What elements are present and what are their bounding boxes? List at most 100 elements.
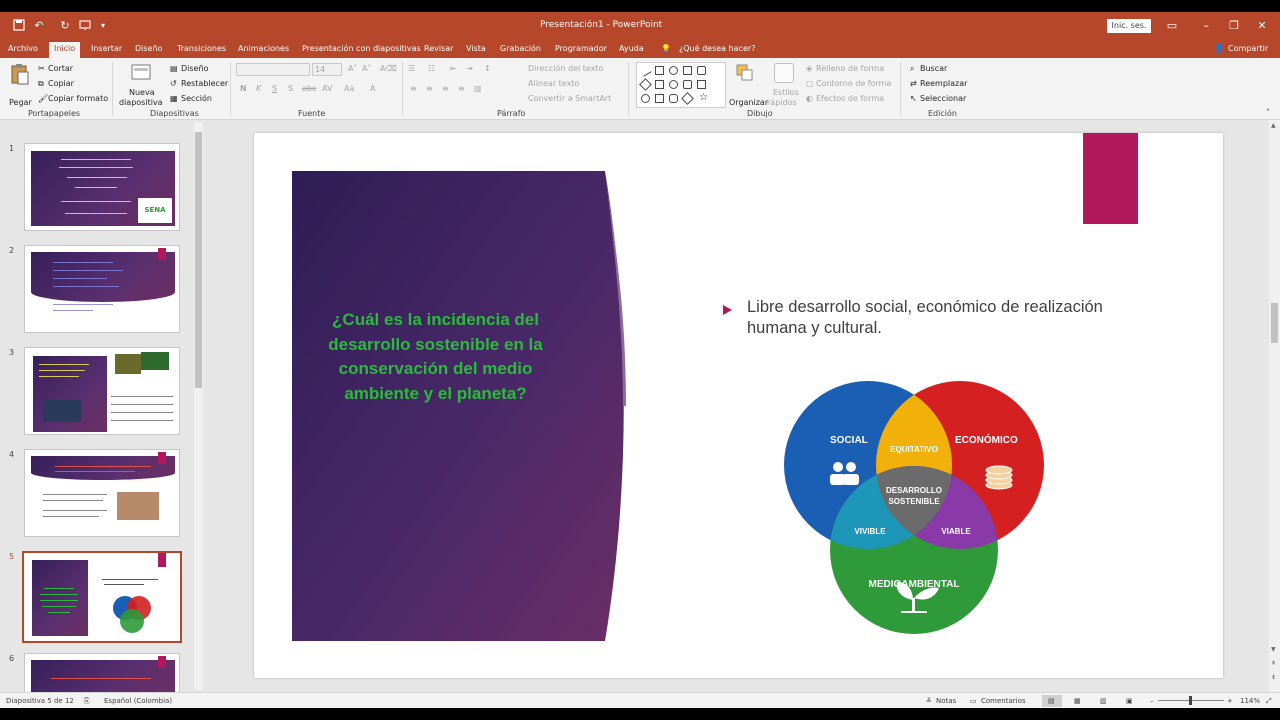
columns-icon[interactable]: ▥: [474, 84, 482, 93]
tab-transiciones[interactable]: Transiciones: [177, 44, 226, 53]
text-direction-button[interactable]: Dirección del texto: [528, 64, 603, 73]
fit-slide-icon[interactable]: ⤢: [1266, 697, 1272, 706]
underline-button[interactable]: S: [272, 84, 277, 93]
align-left-icon[interactable]: ≡: [410, 84, 417, 93]
minimize-icon[interactable]: –: [1196, 16, 1216, 36]
slide-thumbnail-1[interactable]: SENA: [24, 143, 180, 231]
slide-thumbnail-3[interactable]: [24, 347, 180, 435]
find-icon[interactable]: ⌕: [910, 64, 914, 74]
arrange-icon[interactable]: [736, 64, 754, 82]
section-icon[interactable]: ▦: [170, 94, 178, 103]
shape-outline-icon[interactable]: ▢: [806, 79, 814, 88]
notes-icon[interactable]: ≚: [926, 697, 932, 705]
align-right-icon[interactable]: ≡: [442, 84, 449, 93]
collapse-ribbon-icon[interactable]: ˄: [1266, 108, 1270, 117]
save-icon[interactable]: [12, 19, 26, 33]
thumbnails-scrollbar[interactable]: [194, 122, 203, 690]
zoom-level[interactable]: 114%: [1240, 697, 1260, 705]
format-painter-icon[interactable]: 🖌: [38, 94, 48, 103]
decrease-indent-icon[interactable]: ⇤: [450, 64, 457, 73]
scrollbar-thumb[interactable]: [1271, 303, 1278, 343]
select-button[interactable]: Seleccionar: [920, 94, 966, 103]
tab-programador[interactable]: Programador: [555, 44, 607, 53]
shapes-gallery[interactable]: ☆: [636, 62, 726, 108]
slide-sorter-icon[interactable]: ▦: [1074, 697, 1081, 705]
scroll-down-icon[interactable]: ▼: [1271, 646, 1278, 654]
layout-button[interactable]: Diseño: [181, 64, 208, 73]
quick-styles-label-1[interactable]: Estilos: [773, 88, 799, 97]
increase-indent-icon[interactable]: ⇥: [466, 64, 473, 73]
restore-icon[interactable]: ❐: [1224, 16, 1244, 36]
tab-animaciones[interactable]: Animaciones: [238, 44, 289, 53]
shape-fill-icon[interactable]: ◈: [806, 64, 812, 73]
shadow-button[interactable]: S: [288, 84, 293, 93]
slide-thumbnail-5[interactable]: [22, 551, 182, 643]
line-spacing-icon[interactable]: ↕: [484, 64, 491, 73]
slide-thumbnail-6[interactable]: [24, 653, 180, 693]
customize-toolbar-icon[interactable]: ▾: [96, 19, 110, 33]
undo-icon[interactable]: ↶: [32, 19, 46, 33]
paste-icon[interactable]: [10, 63, 30, 85]
smartart-button[interactable]: Convertir a SmartArt: [528, 94, 611, 103]
tab-revisar[interactable]: Revisar: [424, 44, 453, 53]
reset-icon[interactable]: ↺: [170, 79, 177, 88]
paste-button[interactable]: Pegar: [9, 98, 32, 107]
reset-button[interactable]: Restablecer: [181, 79, 228, 88]
tab-inicio[interactable]: Inicio: [49, 42, 81, 58]
numbering-icon[interactable]: ☷: [428, 64, 435, 73]
grow-font-icon[interactable]: A˄: [348, 64, 357, 73]
strikethrough-button[interactable]: abc: [302, 84, 316, 93]
bullets-icon[interactable]: ☰: [408, 64, 415, 73]
cut-button[interactable]: Cortar: [48, 64, 73, 73]
tab-insertar[interactable]: Insertar: [91, 44, 122, 53]
font-size-box[interactable]: 14: [312, 63, 342, 76]
zoom-out-icon[interactable]: –: [1150, 697, 1154, 705]
section-button[interactable]: Sección: [181, 94, 212, 103]
align-center-icon[interactable]: ≡: [426, 84, 433, 93]
notes-button[interactable]: Notas: [936, 697, 956, 705]
arrange-button[interactable]: Organizar: [729, 98, 768, 107]
justify-icon[interactable]: ≡: [458, 84, 465, 93]
tab-diseno[interactable]: Diseño: [135, 44, 162, 53]
zoom-in-icon[interactable]: +: [1227, 697, 1233, 705]
new-slide-label-2[interactable]: diapositiva: [119, 98, 163, 107]
copy-button[interactable]: Copiar: [48, 79, 74, 88]
find-button[interactable]: Buscar: [920, 64, 947, 73]
copy-icon[interactable]: ⧉: [38, 79, 44, 89]
cut-icon[interactable]: ✂: [38, 64, 45, 73]
language-status[interactable]: Español (Colombia): [104, 697, 172, 705]
share-button[interactable]: Compartir: [1228, 44, 1268, 53]
format-painter-button[interactable]: Copiar formato: [48, 94, 108, 103]
bold-button[interactable]: N: [240, 84, 247, 93]
close-icon[interactable]: ✕: [1252, 16, 1272, 36]
slideshow-icon[interactable]: ▣: [1126, 697, 1133, 705]
redo-icon[interactable]: ↻: [58, 19, 72, 33]
quick-styles-icon[interactable]: [774, 63, 794, 83]
shrink-font-icon[interactable]: A˅: [362, 64, 371, 73]
tab-grabacion[interactable]: Grabación: [500, 44, 541, 53]
tab-ayuda[interactable]: Ayuda: [619, 44, 644, 53]
slide-counter[interactable]: Diapositiva 5 de 12: [6, 697, 74, 705]
new-slide-label-1[interactable]: Nueva: [129, 88, 155, 97]
shape-outline-button[interactable]: Contorno de forma: [816, 79, 891, 88]
editor-scrollbar[interactable]: ▲ ▼ ⇞ ⇟: [1269, 120, 1280, 692]
new-slide-icon[interactable]: [131, 62, 151, 86]
spelling-icon[interactable]: ⎘: [84, 697, 90, 706]
current-slide[interactable]: ¿Cuál es la incidencia del desarrollo so…: [254, 133, 1223, 678]
present-from-start-icon[interactable]: [78, 19, 92, 33]
reading-view-icon[interactable]: ▥: [1100, 697, 1107, 705]
replace-button[interactable]: Reemplazar: [920, 79, 967, 88]
shape-effects-button[interactable]: Efectos de forma: [816, 94, 884, 103]
shape-effects-icon[interactable]: ◐: [806, 94, 813, 103]
clear-format-icon[interactable]: A⌫: [380, 64, 397, 73]
change-case-button[interactable]: Aa: [344, 84, 354, 93]
slide-thumbnail-2[interactable]: [24, 245, 180, 333]
zoom-slider-thumb[interactable]: [1189, 696, 1192, 705]
layout-icon[interactable]: ▤: [170, 64, 178, 73]
next-slide-icon[interactable]: ⇟: [1271, 674, 1278, 682]
italic-button[interactable]: K: [256, 84, 261, 93]
replace-icon[interactable]: ⇄: [910, 79, 917, 88]
slide-thumbnail-4[interactable]: [24, 449, 180, 537]
scroll-up-icon[interactable]: ▲: [1271, 122, 1278, 130]
previous-slide-icon[interactable]: ⇞: [1271, 660, 1278, 668]
